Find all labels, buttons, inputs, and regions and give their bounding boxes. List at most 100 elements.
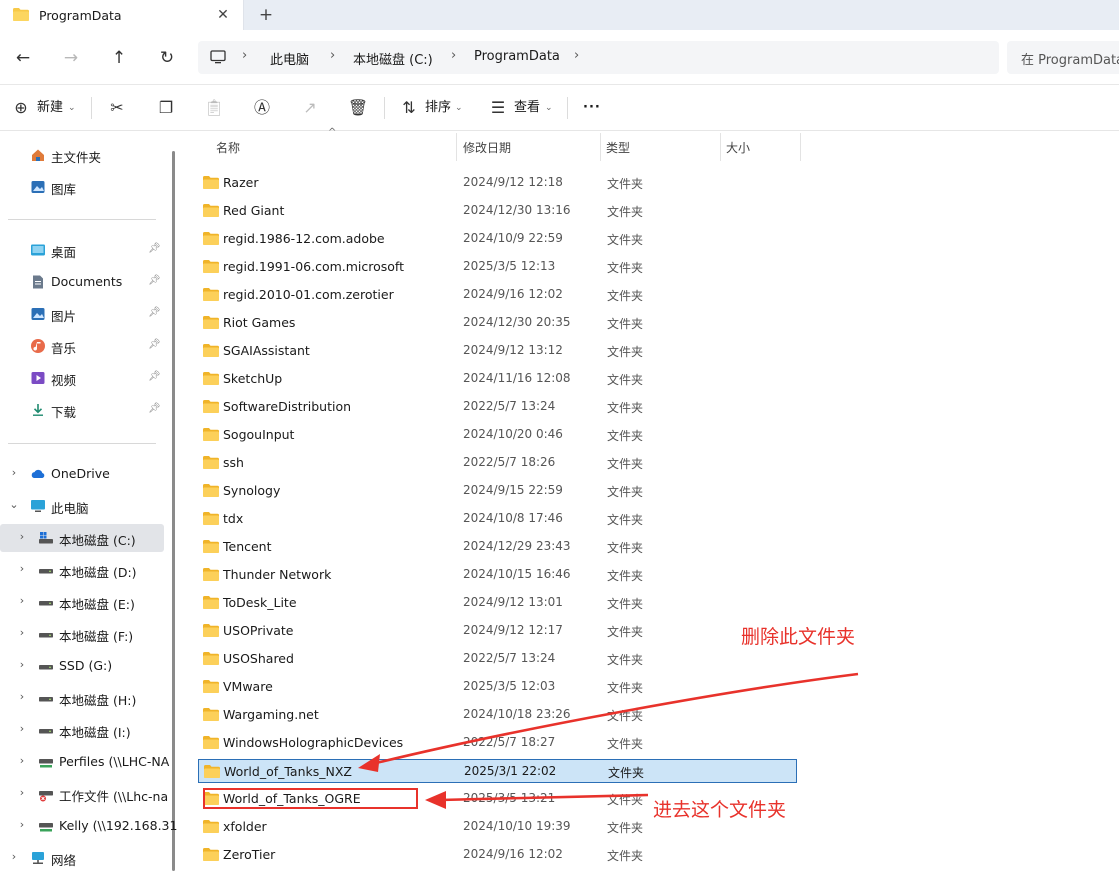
file-row[interactable]: tdx 2024/10/8 17:46 文件夹: [198, 507, 798, 531]
file-row[interactable]: SoftwareDistribution 2022/5/7 13:24 文件夹: [198, 395, 798, 419]
file-row[interactable]: USOPrivate 2024/9/12 12:17 文件夹: [198, 619, 798, 643]
chevron-icon[interactable]: ›: [16, 626, 28, 639]
sidebar-tree-item[interactable]: › OneDrive: [0, 460, 170, 488]
sidebar-scrollbar[interactable]: [172, 151, 175, 871]
sidebar-tree-item[interactable]: › 本地磁盘 (D:): [0, 556, 170, 584]
file-row[interactable]: SogouInput 2024/10/20 0:46 文件夹: [198, 423, 798, 447]
file-row[interactable]: Thunder Network 2024/10/15 16:46 文件夹: [198, 563, 798, 587]
sidebar-tree-item[interactable]: › 本地磁盘 (C:): [0, 524, 164, 552]
chevron-icon[interactable]: ⌄: [8, 498, 20, 511]
file-row[interactable]: ToDesk_Lite 2024/9/12 13:01 文件夹: [198, 591, 798, 615]
chevron-down-icon[interactable]: ⌄: [545, 96, 553, 120]
sidebar-item-pinned[interactable]: 视频 📌︎: [0, 364, 170, 392]
chevron-icon[interactable]: ›: [8, 850, 20, 863]
sidebar-item-quick[interactable]: 主文件夹: [0, 141, 170, 169]
sidebar-item-pinned[interactable]: 音乐 📌︎: [0, 332, 170, 360]
column-header-size[interactable]: 大小: [726, 139, 750, 156]
chevron-icon[interactable]: ›: [16, 818, 28, 831]
pin-icon[interactable]: 📌︎: [148, 339, 161, 350]
pin-icon[interactable]: 📌︎: [148, 371, 161, 382]
chevron-icon[interactable]: ›: [16, 562, 28, 575]
chevron-icon[interactable]: ›: [8, 466, 20, 479]
pin-icon[interactable]: 📌︎: [148, 243, 161, 254]
file-row[interactable]: Wargaming.net 2024/10/18 23:26 文件夹: [198, 703, 798, 727]
sidebar-item-pinned[interactable]: 下载 📌︎: [0, 396, 170, 424]
sidebar-tree-item[interactable]: › Perfiles (\\LHC-NA: [0, 748, 170, 776]
sidebar-tree-item[interactable]: › 本地磁盘 (H:): [0, 684, 170, 712]
column-header-date[interactable]: 修改日期: [463, 139, 511, 156]
chevron-icon[interactable]: ›: [16, 786, 28, 799]
file-row[interactable]: USOShared 2022/5/7 13:24 文件夹: [198, 647, 798, 671]
refresh-icon[interactable]: ↻: [153, 44, 181, 72]
address-bar[interactable]: › 此电脑 › 本地磁盘 (C:) › ProgramData ›: [198, 41, 999, 74]
share-icon[interactable]: ↗: [298, 96, 322, 120]
chevron-icon[interactable]: ›: [16, 722, 28, 735]
file-row[interactable]: SGAIAssistant 2024/9/12 13:12 文件夹: [198, 339, 798, 363]
sidebar-tree-item[interactable]: › 本地磁盘 (E:): [0, 588, 170, 616]
up-arrow-icon[interactable]: ↑: [105, 44, 133, 72]
file-row[interactable]: VMware 2025/3/5 12:03 文件夹: [198, 675, 798, 699]
tab-programdata[interactable]: ProgramData ✕: [0, 0, 244, 30]
new-button[interactable]: 新建: [37, 96, 63, 120]
close-icon[interactable]: ✕: [213, 5, 233, 25]
column-divider[interactable]: [600, 133, 601, 161]
back-arrow-icon[interactable]: ←: [9, 44, 37, 72]
pin-icon[interactable]: 📌︎: [148, 403, 161, 414]
breadcrumb-programdata[interactable]: ProgramData: [474, 49, 560, 64]
plus-circle-icon[interactable]: ⊕: [9, 96, 33, 120]
sidebar-item-pinned[interactable]: 桌面 📌︎: [0, 236, 170, 264]
file-row[interactable]: regid.1991-06.com.microsoft 2025/3/5 12:1…: [198, 255, 798, 279]
sidebar-tree-item[interactable]: › SSD (G:): [0, 652, 170, 680]
file-row[interactable]: WindowsHolographicDevices 2022/5/7 18:27 文…: [198, 731, 798, 755]
file-row[interactable]: World_of_Tanks_NXZ 2025/3/1 22:02 文件夹: [198, 759, 797, 783]
new-tab-button[interactable]: +: [255, 4, 277, 26]
column-header-name[interactable]: 名称: [216, 139, 240, 156]
file-row[interactable]: Riot Games 2024/12/30 20:35 文件夹: [198, 311, 798, 335]
cut-icon[interactable]: ✂: [105, 96, 129, 120]
pin-icon[interactable]: 📌︎: [148, 275, 161, 286]
file-row[interactable]: ssh 2022/5/7 18:26 文件夹: [198, 451, 798, 475]
file-row[interactable]: ZeroTier 2024/9/16 12:02 文件夹: [198, 843, 798, 867]
sidebar-tree-item[interactable]: ⌄ 此电脑: [0, 492, 170, 520]
file-row[interactable]: Synology 2024/9/15 22:59 文件夹: [198, 479, 798, 503]
column-divider[interactable]: [720, 133, 721, 161]
pin-icon[interactable]: 📌︎: [148, 307, 161, 318]
more-options-button[interactable]: ···: [583, 96, 601, 120]
column-header-type[interactable]: 类型: [606, 139, 630, 156]
forward-arrow-icon[interactable]: →: [57, 44, 85, 72]
chevron-icon[interactable]: ›: [16, 690, 28, 703]
sidebar-item-quick[interactable]: 图库: [0, 173, 170, 201]
sidebar-tree-item[interactable]: › 本地磁盘 (I:): [0, 716, 170, 744]
search-input[interactable]: 在 ProgramData 中搜索: [1007, 41, 1119, 74]
file-row[interactable]: Razer 2024/9/12 12:18 文件夹: [198, 171, 798, 195]
column-divider[interactable]: [456, 133, 457, 161]
sidebar-item-pinned[interactable]: 图片 📌︎: [0, 300, 170, 328]
chevron-icon[interactable]: ›: [16, 754, 28, 767]
sort-button[interactable]: 排序: [425, 96, 451, 120]
chevron-down-icon[interactable]: ⌄: [455, 96, 463, 120]
file-row[interactable]: regid.1986-12.com.adobe 2024/10/9 22:59 文件…: [198, 227, 798, 251]
copy-icon[interactable]: ❐: [154, 96, 178, 120]
file-row[interactable]: SketchUp 2024/11/16 12:08 文件夹: [198, 367, 798, 391]
sort-icon[interactable]: ⇅: [397, 96, 421, 120]
file-row[interactable]: regid.2010-01.com.zerotier 2024/9/16 12:0…: [198, 283, 798, 307]
chevron-icon[interactable]: ›: [16, 594, 28, 607]
delete-icon[interactable]: 🗑︎: [346, 96, 370, 120]
sidebar-tree-item[interactable]: › Kelly (\\192.168.31: [0, 812, 178, 840]
file-row[interactable]: Red Giant 2024/12/30 13:16 文件夹: [198, 199, 798, 223]
chevron-down-icon[interactable]: ⌄: [68, 96, 76, 120]
sidebar-tree-item[interactable]: › 本地磁盘 (F:): [0, 620, 170, 648]
breadcrumb-drive-c[interactable]: 本地磁盘 (C:): [353, 49, 433, 68]
view-icon[interactable]: ☰: [486, 96, 510, 120]
view-button[interactable]: 查看: [514, 96, 540, 120]
sidebar-tree-item[interactable]: › 工作文件 (\\Lhc-na: [0, 780, 170, 808]
sidebar-tree-item[interactable]: › 网络: [0, 844, 170, 872]
breadcrumb-this-pc[interactable]: 此电脑: [270, 49, 309, 68]
chevron-icon[interactable]: ›: [16, 658, 28, 671]
file-row[interactable]: Tencent 2024/12/29 23:43 文件夹: [198, 535, 798, 559]
column-divider[interactable]: [800, 133, 801, 161]
paste-icon[interactable]: 📋︎: [202, 96, 226, 120]
sidebar-item-pinned[interactable]: Documents 📌︎: [0, 268, 170, 296]
chevron-icon[interactable]: ›: [16, 530, 28, 543]
rename-icon[interactable]: Ⓐ: [250, 96, 274, 120]
